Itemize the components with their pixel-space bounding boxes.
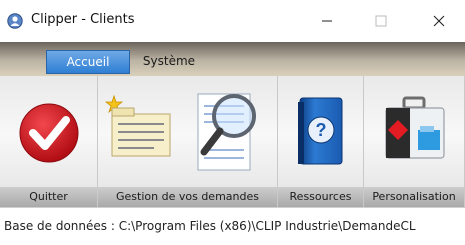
maximize-icon — [375, 15, 387, 27]
quit-label: Quitter — [0, 187, 97, 207]
manage-requests-label: Gestion de vos demandes — [98, 187, 277, 207]
app-logo-icon — [7, 13, 23, 29]
resources-button[interactable]: ? Ressources — [278, 76, 364, 207]
maximize-button[interactable] — [366, 8, 396, 34]
toolbox-icon — [385, 96, 445, 159]
search-documents-icon — [104, 93, 256, 171]
close-icon — [433, 15, 445, 27]
tab-systeme[interactable]: Système — [136, 50, 202, 72]
close-button[interactable] — [424, 8, 454, 34]
quit-button[interactable]: Quitter — [0, 76, 98, 207]
minimize-button[interactable] — [312, 8, 342, 34]
svg-text:?: ? — [316, 120, 327, 140]
personalisation-label: Personalisation — [364, 187, 464, 207]
database-path: Base de données : C:\Program Files (x86)… — [4, 219, 416, 233]
resources-label: Ressources — [278, 187, 363, 207]
help-book-icon: ? — [298, 97, 343, 165]
minimize-icon — [322, 20, 332, 22]
title-bar: Clipper - Clients — [0, 0, 465, 42]
window-title: Clipper - Clients — [31, 12, 135, 27]
personalisation-button[interactable]: Personalisation — [364, 76, 465, 207]
manage-requests-button[interactable]: Gestion de vos demandes — [98, 76, 278, 207]
tab-accueil[interactable]: Accueil — [46, 50, 130, 74]
check-icon — [19, 103, 79, 163]
status-bar: Base de données : C:\Program Files (x86)… — [0, 207, 465, 245]
